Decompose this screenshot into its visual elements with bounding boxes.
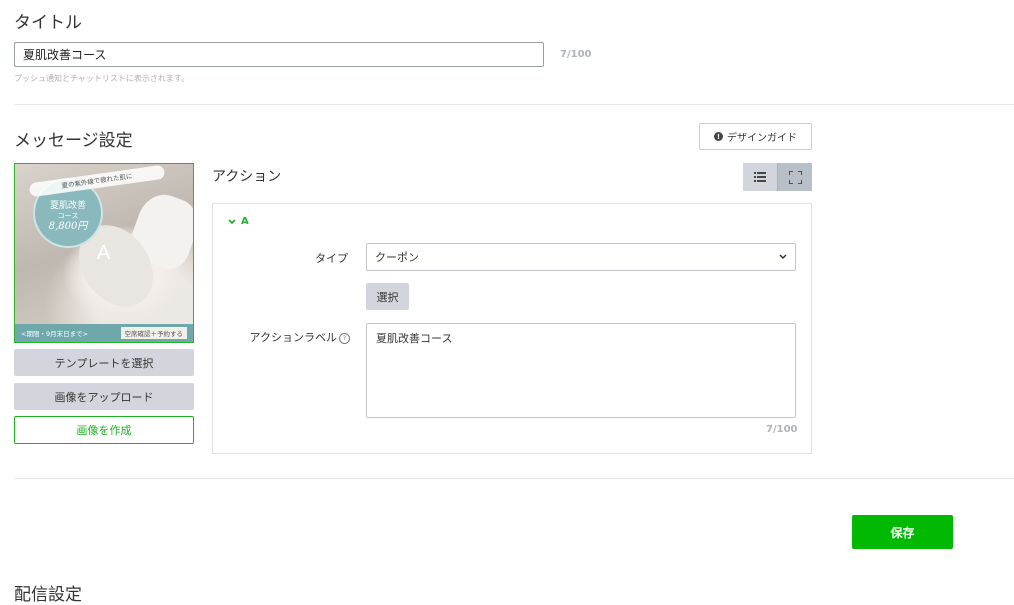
message-settings-heading: メッセージ設定	[14, 131, 133, 151]
area-a-toggle[interactable]: A	[228, 216, 249, 227]
divider	[14, 104, 1014, 105]
list-icon	[754, 172, 766, 182]
upload-image-button[interactable]: 画像をアップロード	[14, 383, 194, 410]
chevron-down-icon	[228, 218, 236, 224]
type-select[interactable]: クーポン	[366, 243, 796, 271]
list-view-button[interactable]	[743, 163, 777, 191]
title-hint: プッシュ通知とチャットリストに表示されます。	[14, 74, 190, 83]
badge-price: 8,800円	[48, 221, 88, 232]
area-letter: A	[97, 242, 111, 264]
type-label: タイプ	[315, 252, 348, 265]
action-label-counter: 7/100	[766, 424, 798, 435]
help-icon[interactable]: ?	[339, 333, 350, 344]
area-a-label: A	[241, 216, 249, 227]
action-heading: アクション	[212, 169, 282, 185]
title-input[interactable]	[14, 42, 544, 67]
coupon-select-button[interactable]: 選択	[366, 283, 409, 310]
design-guide-label: デザインガイド	[727, 133, 797, 144]
design-guide-button[interactable]: ! デザインガイド	[699, 123, 812, 150]
badge-line2: コース	[57, 212, 79, 220]
title-char-counter: 7/100	[560, 49, 592, 60]
chevron-down-icon	[779, 254, 787, 260]
action-label-text: アクションラベル	[249, 331, 337, 344]
expand-icon	[788, 170, 802, 184]
bottom-right-text: 空席確認＋予約する	[120, 327, 187, 339]
bottom-left-text: <期限・9月末日まで>	[21, 330, 89, 338]
expand-view-button[interactable]	[777, 163, 812, 191]
select-template-button[interactable]: テンプレートを選択	[14, 349, 194, 376]
next-section-heading: 配信設定	[14, 585, 82, 605]
action-label-label: アクションラベル?	[228, 329, 350, 345]
divider	[14, 478, 1014, 479]
action-label-textarea[interactable]: 夏肌改善コース	[366, 323, 796, 418]
badge-line1: 夏肌改善	[49, 201, 86, 211]
title-heading: タイトル	[14, 13, 82, 33]
save-button[interactable]: 保存	[852, 515, 953, 549]
type-select-value: クーポン	[375, 251, 419, 264]
rich-message-preview[interactable]: 夏肌改善 コース 8,800円 夏の紫外線で疲れた肌に A <期限・9月末日まで…	[14, 163, 194, 343]
info-icon: !	[714, 132, 723, 141]
preview-bottom-bar: <期限・9月末日まで> 空席確認＋予約する	[15, 324, 193, 342]
create-image-button[interactable]: 画像を作成	[14, 416, 194, 444]
view-toggle	[743, 163, 812, 191]
